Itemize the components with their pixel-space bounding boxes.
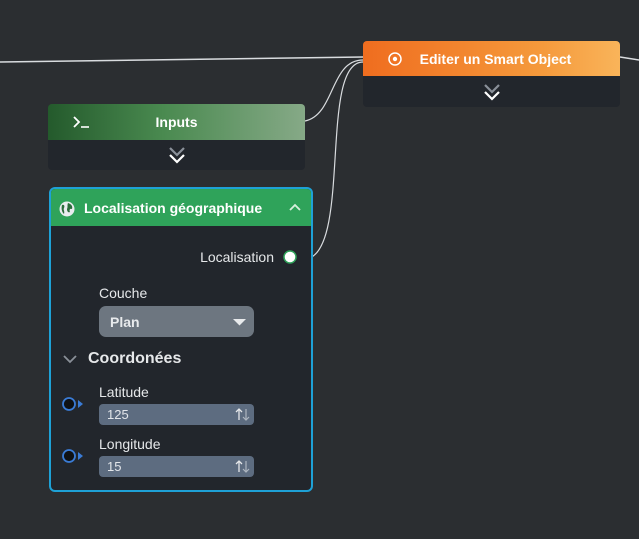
- node-edit-title: Editer un Smart Object: [419, 50, 572, 67]
- node-edit-smart-object[interactable]: Editer un Smart Object: [363, 41, 620, 107]
- collapse-chevron-icon[interactable]: [288, 200, 302, 214]
- latitude-label: Latitude: [99, 384, 149, 400]
- section-title: Coordonées: [88, 350, 182, 367]
- wire-incoming: [0, 56, 364, 63]
- output-port[interactable]: [283, 250, 297, 264]
- caret-down-icon: [233, 319, 246, 326]
- longitude-value: 15: [107, 459, 122, 474]
- terminal-icon: [73, 116, 89, 128]
- output-localisation: Localisation: [200, 249, 297, 265]
- node-inputs[interactable]: Inputs: [48, 104, 305, 170]
- longitude-label: Longitude: [99, 436, 161, 452]
- node-inputs-title: Inputs: [155, 114, 198, 130]
- node-inputs-header[interactable]: Inputs: [48, 104, 305, 140]
- layer-select[interactable]: Plan: [99, 306, 254, 337]
- spinner-icon[interactable]: [234, 407, 250, 422]
- target-icon: [388, 52, 402, 66]
- longitude-input-port[interactable]: [62, 449, 84, 463]
- node-inputs-body[interactable]: [48, 140, 305, 170]
- latitude-input-port[interactable]: [62, 397, 84, 411]
- spinner-icon[interactable]: [234, 459, 250, 474]
- node-edit-header[interactable]: Editer un Smart Object: [363, 41, 620, 76]
- section-coordinates[interactable]: Coordonées: [63, 350, 181, 368]
- node-geo-header[interactable]: Localisation géographique: [51, 189, 311, 226]
- node-edit-body[interactable]: [363, 76, 620, 107]
- node-geo-location[interactable]: Localisation géographique Localisation C…: [49, 187, 313, 492]
- latitude-value: 125: [107, 407, 129, 422]
- expand-chevron-icon[interactable]: [166, 144, 188, 166]
- layer-label: Couche: [99, 285, 148, 301]
- chevron-down-icon: [63, 355, 77, 364]
- wire-outgoing: [619, 56, 639, 61]
- latitude-input[interactable]: 125: [99, 404, 254, 425]
- wire-inputs-to-edit: [304, 59, 364, 122]
- globe-icon: [59, 201, 75, 217]
- node-geo-title: Localisation géographique: [84, 199, 263, 216]
- expand-chevron-icon[interactable]: [481, 81, 503, 103]
- wire-geo-to-edit: [309, 61, 364, 259]
- longitude-input[interactable]: 15: [99, 456, 254, 477]
- layer-select-value: Plan: [110, 313, 140, 330]
- output-label: Localisation: [200, 249, 274, 265]
